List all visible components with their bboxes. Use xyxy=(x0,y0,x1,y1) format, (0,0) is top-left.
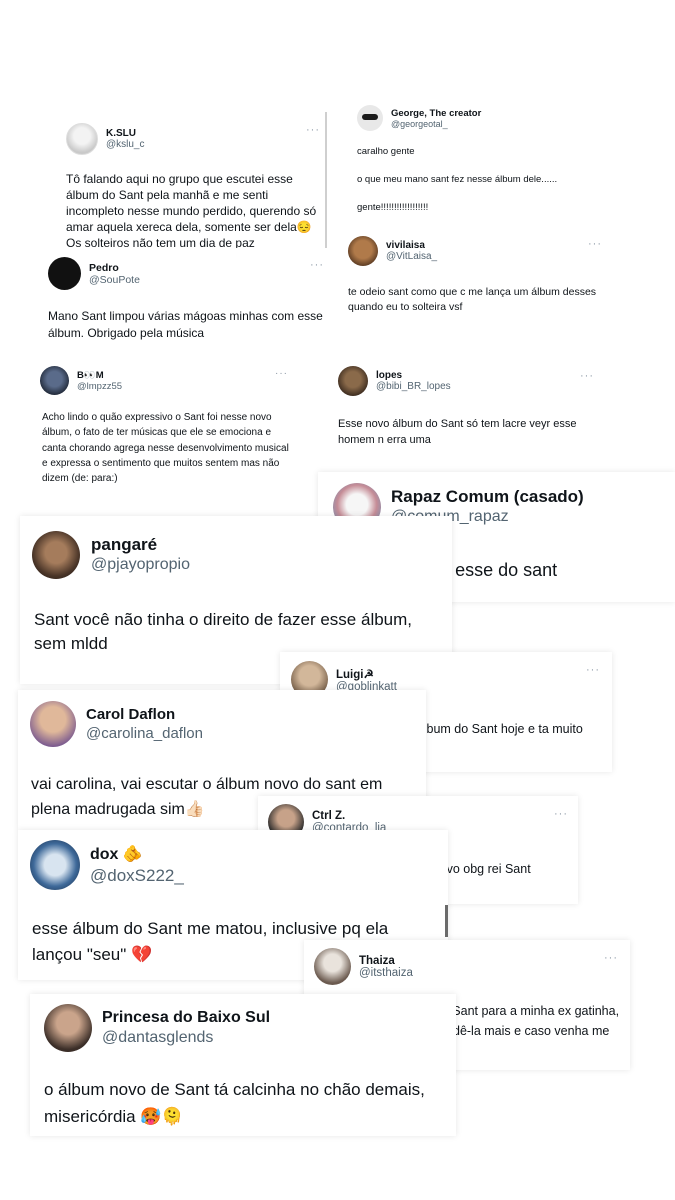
display-name[interactable]: B👀M xyxy=(77,370,122,381)
tweet-header: Pedro @SouPote xyxy=(48,257,140,290)
avatar[interactable] xyxy=(32,531,80,579)
display-name[interactable]: Thaiza xyxy=(359,955,413,967)
avatar[interactable] xyxy=(44,1004,92,1052)
user-handle[interactable]: @VitLaisa_ xyxy=(386,251,437,262)
tweet-header: dox 🫵 @doxS222_ xyxy=(30,840,184,890)
tweet-text: te odeio sant como que c me lança um álb… xyxy=(348,286,597,313)
display-name[interactable]: Luigi☭ xyxy=(336,667,397,681)
user-handle[interactable]: @georgeotal_ xyxy=(391,119,481,129)
more-options-icon[interactable]: ··· xyxy=(306,124,320,136)
user-handle[interactable]: @kslu_c xyxy=(106,139,145,150)
user-handle[interactable]: @doxS222_ xyxy=(90,866,184,886)
display-name[interactable]: Rapaz Comum (casado) xyxy=(391,487,584,507)
more-options-icon[interactable]: ··· xyxy=(588,238,602,250)
tweet-header: Princesa do Baixo Sul @dantasglends xyxy=(44,1004,270,1052)
tweet-header: pangaré @pjayopropio xyxy=(32,531,190,579)
display-name[interactable]: dox 🫵 xyxy=(90,844,184,866)
avatar[interactable] xyxy=(66,123,98,155)
user-handle[interactable]: @SouPote xyxy=(89,274,140,286)
tweet-text-line: caralho gente xyxy=(357,146,415,157)
display-name[interactable]: George, The creator xyxy=(391,108,481,119)
display-name[interactable]: vivilaisa xyxy=(386,240,437,251)
avatar[interactable] xyxy=(30,840,80,890)
tweet-text-line: gente!!!!!!!!!!!!!!!!!! xyxy=(357,202,429,213)
tweet-card-boom: B👀M @lmpzz55 ··· Acho lindo o quão expre… xyxy=(30,360,302,510)
more-options-icon[interactable]: ··· xyxy=(554,808,568,820)
more-options-icon[interactable]: ··· xyxy=(580,370,594,382)
avatar[interactable] xyxy=(30,701,76,747)
avatar[interactable] xyxy=(338,366,368,396)
avatar[interactable] xyxy=(314,948,351,985)
display-name[interactable]: pangaré xyxy=(91,535,190,555)
avatar[interactable] xyxy=(40,366,69,395)
scroll-divider xyxy=(325,112,327,252)
tweet-text: Sant você não tinha o direito de fazer e… xyxy=(34,610,413,653)
avatar[interactable] xyxy=(348,236,378,266)
tweet-header: Thaiza @itsthaiza xyxy=(314,948,413,985)
tweet-header: vivilaisa @VitLaisa_ xyxy=(348,236,437,266)
tweet-header: K.SLU @kslu_c xyxy=(66,123,145,155)
more-options-icon[interactable]: ··· xyxy=(586,664,600,676)
more-options-icon[interactable]: ··· xyxy=(275,368,288,379)
tweet-header: Carol Daflon @carolina_daflon xyxy=(30,701,203,747)
avatar[interactable] xyxy=(357,105,383,131)
tweet-header: B👀M @lmpzz55 xyxy=(40,366,122,395)
user-handle[interactable]: @dantasglends xyxy=(102,1028,270,1048)
tweet-text-line: o que meu mano sant fez nesse álbum dele… xyxy=(357,174,558,185)
tweet-card-george: George, The creator @georgeotal_ caralho… xyxy=(344,98,580,226)
tweet-text: Mano Sant limpou várias mágoas minhas co… xyxy=(48,309,323,340)
tweet-card-princesa: Princesa do Baixo Sul @dantasglends o ál… xyxy=(30,994,456,1136)
tweet-text: Tô falando aqui no grupo que escutei ess… xyxy=(66,172,317,250)
display-name[interactable]: Princesa do Baixo Sul xyxy=(102,1008,270,1028)
display-name[interactable]: Ctrl Z. xyxy=(312,810,386,822)
user-handle[interactable]: @carolina_daflon xyxy=(86,724,203,744)
sunglasses-icon xyxy=(362,114,378,120)
user-handle[interactable]: @pjayopropio xyxy=(91,555,190,575)
scroll-divider xyxy=(445,905,448,937)
user-handle[interactable]: @itsthaiza xyxy=(359,967,413,979)
more-options-icon[interactable]: ··· xyxy=(310,259,324,271)
tweet-card-vivilaisa: vivilaisa @VitLaisa_ ··· te odeio sant c… xyxy=(336,228,614,328)
tweet-card-pedro: Pedro @SouPote ··· Mano Sant limpou vári… xyxy=(36,248,336,348)
tweet-text: Acho lindo o quão expressivo o Sant foi … xyxy=(42,412,289,485)
tweet-card-kslu: K.SLU @kslu_c ··· Tô falando aqui no gru… xyxy=(54,112,326,254)
tweet-text: Esse novo álbum do Sant só tem lacre vey… xyxy=(338,418,577,446)
display-name[interactable]: Carol Daflon xyxy=(86,705,203,724)
tweet-text: o álbum novo de Sant tá calcinha no chão… xyxy=(44,1080,425,1126)
user-handle[interactable]: @bibi_BR_lopes xyxy=(376,381,451,392)
tweet-card-lopes: lopes @bibi_BR_lopes ··· Esse novo álbum… xyxy=(330,358,602,458)
more-options-icon[interactable]: ··· xyxy=(604,952,618,964)
tweet-header: lopes @bibi_BR_lopes xyxy=(338,366,451,396)
tweet-header: George, The creator @georgeotal_ xyxy=(357,105,481,131)
display-name[interactable]: lopes xyxy=(376,370,451,381)
avatar[interactable] xyxy=(48,257,81,290)
display-name[interactable]: K.SLU xyxy=(106,128,145,139)
display-name[interactable]: Pedro xyxy=(89,262,140,274)
user-handle[interactable]: @lmpzz55 xyxy=(77,381,122,392)
